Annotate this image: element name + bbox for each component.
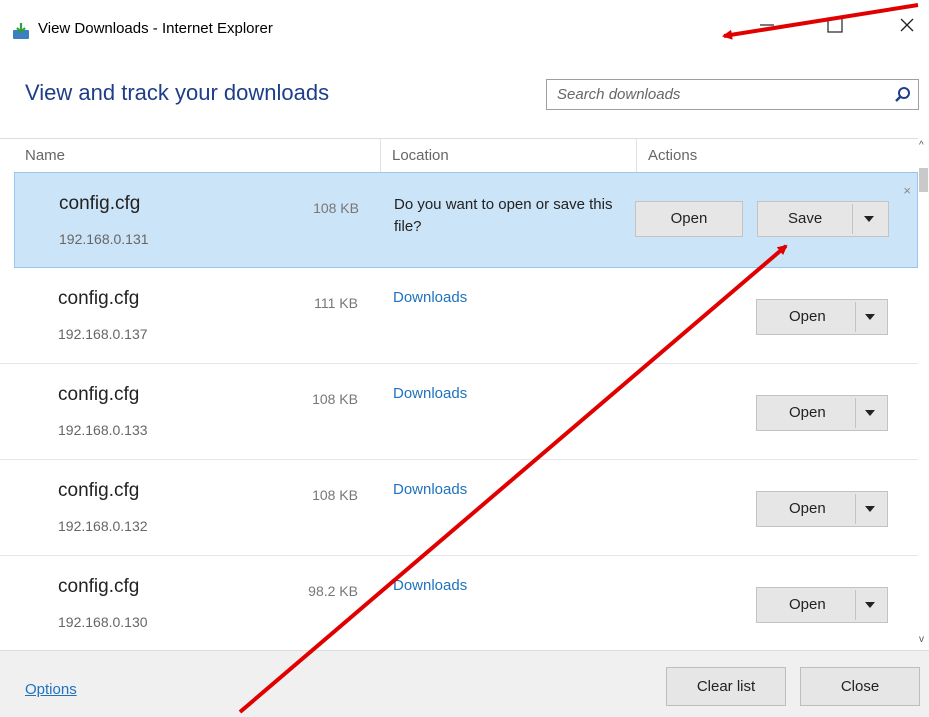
column-name[interactable]: Name	[25, 147, 65, 164]
split-divider	[855, 590, 856, 620]
file-name: config.cfg	[58, 480, 140, 501]
split-divider	[855, 302, 856, 332]
scroll-thumb[interactable]	[919, 168, 928, 192]
split-divider	[852, 204, 853, 234]
file-source: 192.168.0.133	[58, 422, 148, 438]
split-divider	[855, 398, 856, 428]
file-name: config.cfg	[58, 288, 140, 309]
save-button-label[interactable]: Save	[788, 210, 822, 227]
file-name: config.cfg	[58, 384, 140, 405]
open-button-label[interactable]: Open	[789, 500, 826, 517]
file-size: 108 KB	[313, 200, 359, 216]
open-button-label[interactable]: Open	[789, 308, 826, 325]
open-split-button[interactable]: Open	[756, 587, 888, 623]
column-actions[interactable]: Actions	[648, 147, 697, 164]
chevron-down-icon[interactable]	[864, 216, 874, 222]
chevron-down-icon[interactable]	[865, 506, 875, 512]
scroll-down-icon[interactable]: v	[919, 634, 924, 645]
ie-download-icon	[13, 23, 29, 39]
open-save-prompt: Do you want to open or save this file?	[394, 196, 613, 235]
file-size: 108 KB	[312, 391, 358, 407]
close-window-button[interactable]	[892, 14, 922, 44]
title-bar: View Downloads - Internet Explorer	[0, 0, 929, 62]
close-icon	[900, 18, 914, 32]
open-split-button[interactable]: Open	[756, 395, 888, 431]
column-header: Name Location Actions	[0, 138, 918, 173]
file-name: config.cfg	[59, 193, 141, 214]
search-icon[interactable]	[894, 86, 912, 104]
column-location[interactable]: Location	[392, 147, 449, 164]
location-link[interactable]: Downloads	[393, 385, 467, 402]
downloads-list: config.cfg 192.168.0.131 108 KB Do you w…	[0, 172, 918, 650]
options-link[interactable]: Options	[25, 681, 77, 698]
file-size: 111 KB	[314, 295, 358, 311]
download-row[interactable]: config.cfg 192.168.0.132 108 KB Download…	[0, 460, 918, 556]
file-size: 98.2 KB	[308, 583, 358, 599]
open-button-label[interactable]: Open	[789, 404, 826, 421]
file-source: 192.168.0.137	[58, 326, 148, 342]
open-button[interactable]: Open	[635, 201, 743, 237]
split-divider	[855, 494, 856, 524]
download-row[interactable]: config.cfg 192.168.0.130 98.2 KB Downloa…	[0, 556, 918, 650]
search-input[interactable]: Search downloads	[546, 79, 919, 110]
clear-list-button[interactable]: Clear list	[666, 667, 786, 706]
download-row[interactable]: config.cfg 192.168.0.133 108 KB Download…	[0, 364, 918, 460]
vertical-scrollbar[interactable]: ^ v	[918, 138, 929, 650]
open-split-button[interactable]: Open	[756, 299, 888, 335]
minimize-icon	[760, 24, 774, 26]
chevron-down-icon[interactable]	[865, 602, 875, 608]
location-link[interactable]: Downloads	[393, 289, 467, 306]
minimize-button[interactable]	[752, 14, 782, 44]
column-divider	[636, 139, 637, 173]
chevron-down-icon[interactable]	[865, 314, 875, 320]
location-link[interactable]: Downloads	[393, 577, 467, 594]
page-heading: View and track your downloads	[25, 80, 330, 105]
dismiss-icon[interactable]: ×	[903, 183, 911, 198]
maximize-button[interactable]	[820, 14, 850, 44]
open-button-label[interactable]: Open	[789, 596, 826, 613]
save-split-button[interactable]: Save	[757, 201, 889, 237]
maximize-icon	[827, 17, 843, 33]
file-source: 192.168.0.131	[59, 231, 149, 247]
chevron-down-icon[interactable]	[865, 410, 875, 416]
file-size: 108 KB	[312, 487, 358, 503]
scroll-up-icon[interactable]: ^	[919, 140, 924, 151]
file-source: 192.168.0.132	[58, 518, 148, 534]
file-source: 192.168.0.130	[58, 614, 148, 630]
open-split-button[interactable]: Open	[756, 491, 888, 527]
file-name: config.cfg	[58, 576, 140, 597]
download-row-selected[interactable]: config.cfg 192.168.0.131 108 KB Do you w…	[14, 172, 918, 268]
location-link[interactable]: Downloads	[393, 481, 467, 498]
window-title: View Downloads - Internet Explorer	[38, 20, 273, 37]
download-row[interactable]: config.cfg 192.168.0.137 111 KB Download…	[0, 268, 918, 364]
search-placeholder: Search downloads	[557, 86, 681, 103]
close-button[interactable]: Close	[800, 667, 920, 706]
column-divider	[380, 139, 381, 173]
footer-bar: Options Clear list Close	[0, 650, 929, 717]
